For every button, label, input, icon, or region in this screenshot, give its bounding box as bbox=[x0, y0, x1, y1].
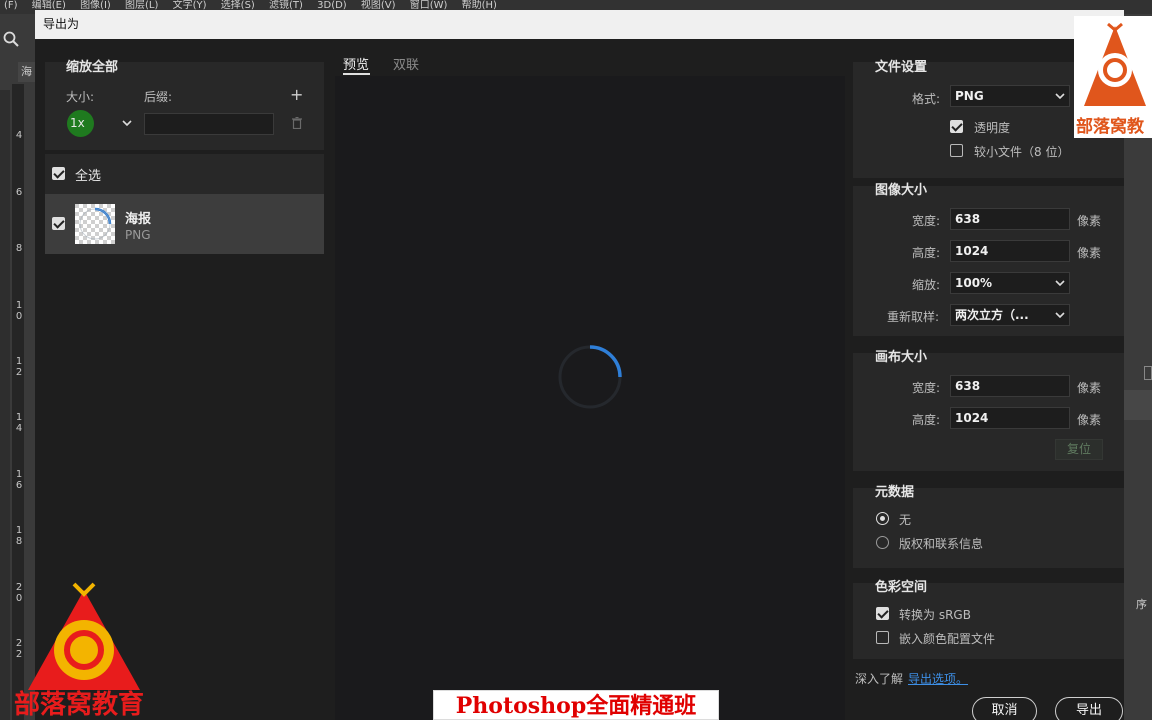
brand-mascot-icon bbox=[1084, 22, 1146, 106]
scale-all-panel bbox=[45, 62, 324, 150]
learn-more-label: 深入了解 bbox=[855, 672, 904, 686]
smaller-file-label: 较小文件（8 位） bbox=[974, 145, 1070, 159]
brand-name-top: 部落窝教 bbox=[1076, 117, 1144, 137]
trash-icon[interactable] bbox=[292, 117, 302, 129]
resample-value: 两次立方（... bbox=[955, 308, 1029, 322]
course-caption: Photoshop全面精通班 bbox=[433, 690, 719, 720]
suffix-input[interactable] bbox=[144, 113, 274, 135]
dialog-title: 导出为 bbox=[35, 10, 1124, 39]
search-icon[interactable] bbox=[2, 30, 20, 48]
ruler-number: 1 0 bbox=[15, 300, 23, 322]
convert-srgb-checkbox[interactable] bbox=[876, 607, 889, 620]
metadata-none-radio[interactable] bbox=[876, 512, 889, 525]
ruler-number: 1 4 bbox=[15, 412, 23, 434]
panel-collapse-icon[interactable] bbox=[1144, 366, 1152, 380]
brand-logo-top-right: 部落窝教 bbox=[1074, 16, 1152, 138]
ruler-number: 4 bbox=[15, 130, 23, 141]
image-height-unit: 像素 bbox=[1077, 246, 1102, 260]
image-height-label: 高度: bbox=[912, 246, 941, 260]
scale-label: 缩放: bbox=[912, 278, 941, 292]
format-label: 格式: bbox=[912, 92, 941, 106]
asset-checkbox[interactable] bbox=[52, 217, 65, 230]
chevron-down-icon bbox=[1055, 280, 1065, 287]
tool-strip bbox=[0, 90, 10, 720]
brand-name-bottom: 部落窝教育 bbox=[14, 690, 145, 720]
ruler-number: 1 8 bbox=[15, 525, 23, 547]
canvas-width-unit: 像素 bbox=[1077, 381, 1102, 395]
image-height-input[interactable]: 1024 bbox=[950, 240, 1070, 262]
export-as-dialog: 导出为 缩放全部 大小: 后缀: + 1x 全选 海报 PNG 预览 双联 文件… bbox=[35, 10, 1124, 720]
convert-srgb-label: 转换为 sRGB bbox=[899, 608, 971, 622]
canvas-height-label: 高度: bbox=[912, 413, 941, 427]
ruler-number: 8 bbox=[15, 243, 23, 254]
select-all-label: 全选 bbox=[75, 169, 102, 184]
resample-select[interactable]: 两次立方（... bbox=[950, 304, 1070, 326]
select-all-checkbox[interactable] bbox=[52, 167, 65, 180]
asset-name: 海报 bbox=[125, 212, 152, 227]
scale-select[interactable]: 100% bbox=[950, 272, 1070, 294]
smaller-file-checkbox[interactable] bbox=[950, 144, 963, 157]
metadata-copyright-label: 版权和联系信息 bbox=[899, 537, 984, 551]
ruler-number: 1 6 bbox=[15, 469, 23, 491]
asset-format: PNG bbox=[125, 228, 151, 242]
scale-all-title: 缩放全部 bbox=[66, 60, 119, 75]
canvas-height-unit: 像素 bbox=[1077, 413, 1102, 427]
image-width-label: 宽度: bbox=[912, 214, 941, 228]
menu-file[interactable]: (F) bbox=[4, 0, 18, 12]
embed-profile-label: 嵌入颜色配置文件 bbox=[899, 632, 996, 646]
format-select[interactable]: PNG bbox=[950, 85, 1070, 107]
export-options-link[interactable]: 导出选项。 bbox=[908, 670, 968, 687]
brand-logo-bottom-left: 部落窝教育 bbox=[14, 578, 152, 720]
color-space-title: 色彩空间 bbox=[875, 580, 928, 595]
transparency-label: 透明度 bbox=[974, 121, 1011, 135]
ps-right-panel-label: 序 bbox=[1136, 598, 1147, 611]
canvas-height-input[interactable]: 1024 bbox=[950, 407, 1070, 429]
ruler-number: 6 bbox=[15, 187, 23, 198]
cancel-button[interactable]: 取消 bbox=[972, 697, 1037, 720]
format-value: PNG bbox=[955, 89, 984, 103]
embed-profile-checkbox[interactable] bbox=[876, 631, 889, 644]
loading-spinner-icon bbox=[558, 345, 622, 409]
preview-canvas[interactable] bbox=[335, 76, 845, 720]
canvas-width-label: 宽度: bbox=[912, 381, 941, 395]
tab-preview[interactable]: 预览 bbox=[343, 54, 369, 73]
image-size-title: 图像大小 bbox=[875, 183, 928, 198]
canvas-width-input[interactable]: 638 bbox=[950, 375, 1070, 397]
metadata-title: 元数据 bbox=[875, 485, 915, 500]
metadata-panel bbox=[853, 488, 1124, 568]
asset-thumbnail bbox=[75, 204, 115, 244]
metadata-copyright-radio[interactable] bbox=[876, 536, 889, 549]
size-value: 1x bbox=[70, 116, 85, 130]
ruler-number: 1 2 bbox=[15, 356, 23, 378]
brand-mascot-icon bbox=[28, 582, 140, 690]
transparency-checkbox[interactable] bbox=[950, 120, 963, 133]
resample-label: 重新取样: bbox=[887, 310, 940, 324]
suffix-label: 后缀: bbox=[144, 90, 173, 104]
chevron-down-icon bbox=[1055, 93, 1065, 100]
reset-button[interactable]: 复位 bbox=[1055, 439, 1103, 460]
size-label: 大小: bbox=[66, 90, 95, 104]
chevron-down-icon bbox=[122, 120, 132, 127]
ps-right-panel-bar bbox=[1124, 390, 1152, 420]
add-scale-icon[interactable]: + bbox=[290, 85, 303, 104]
image-width-input[interactable]: 638 bbox=[950, 208, 1070, 230]
file-settings-title: 文件设置 bbox=[875, 60, 928, 75]
document-tab[interactable]: 海 bbox=[18, 62, 35, 82]
scale-value: 100% bbox=[955, 276, 993, 290]
canvas-size-title: 画布大小 bbox=[875, 350, 928, 365]
active-tab-indicator bbox=[343, 73, 370, 75]
chevron-down-icon bbox=[1055, 312, 1065, 319]
metadata-none-label: 无 bbox=[899, 513, 912, 527]
size-select[interactable]: 1x bbox=[66, 110, 136, 137]
image-width-unit: 像素 bbox=[1077, 214, 1102, 228]
export-button[interactable]: 导出 bbox=[1055, 697, 1123, 720]
tab-two-up[interactable]: 双联 bbox=[393, 54, 419, 73]
